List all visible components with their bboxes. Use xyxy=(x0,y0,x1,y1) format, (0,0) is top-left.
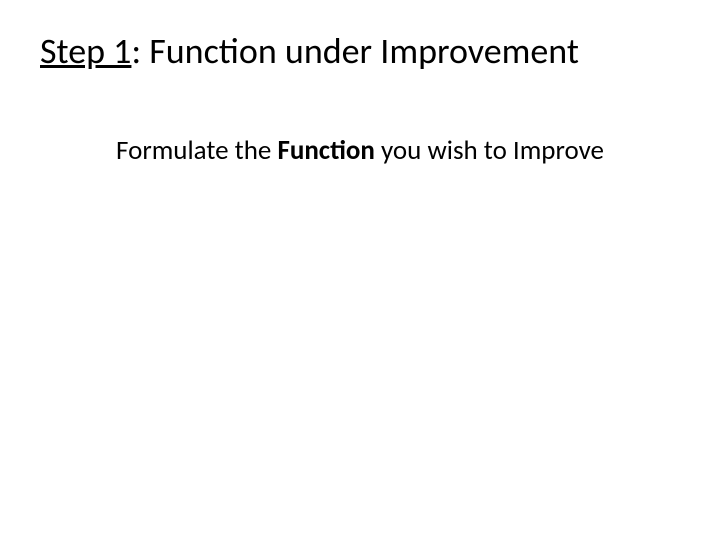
step-label: Step 1 xyxy=(40,29,131,73)
slide-container: Step 1: Function under Improvement Formu… xyxy=(0,0,720,540)
body-bold: Function xyxy=(277,134,374,167)
body-prefix: Formulate the xyxy=(116,134,277,167)
slide-title: Step 1: Function under Improvement xyxy=(40,30,680,73)
title-separator: : xyxy=(131,29,149,73)
title-remainder: Function under Improvement xyxy=(149,29,579,73)
body-suffix: you wish to Improve xyxy=(375,134,604,167)
slide-body: Formulate the Function you wish to Impro… xyxy=(40,133,680,168)
